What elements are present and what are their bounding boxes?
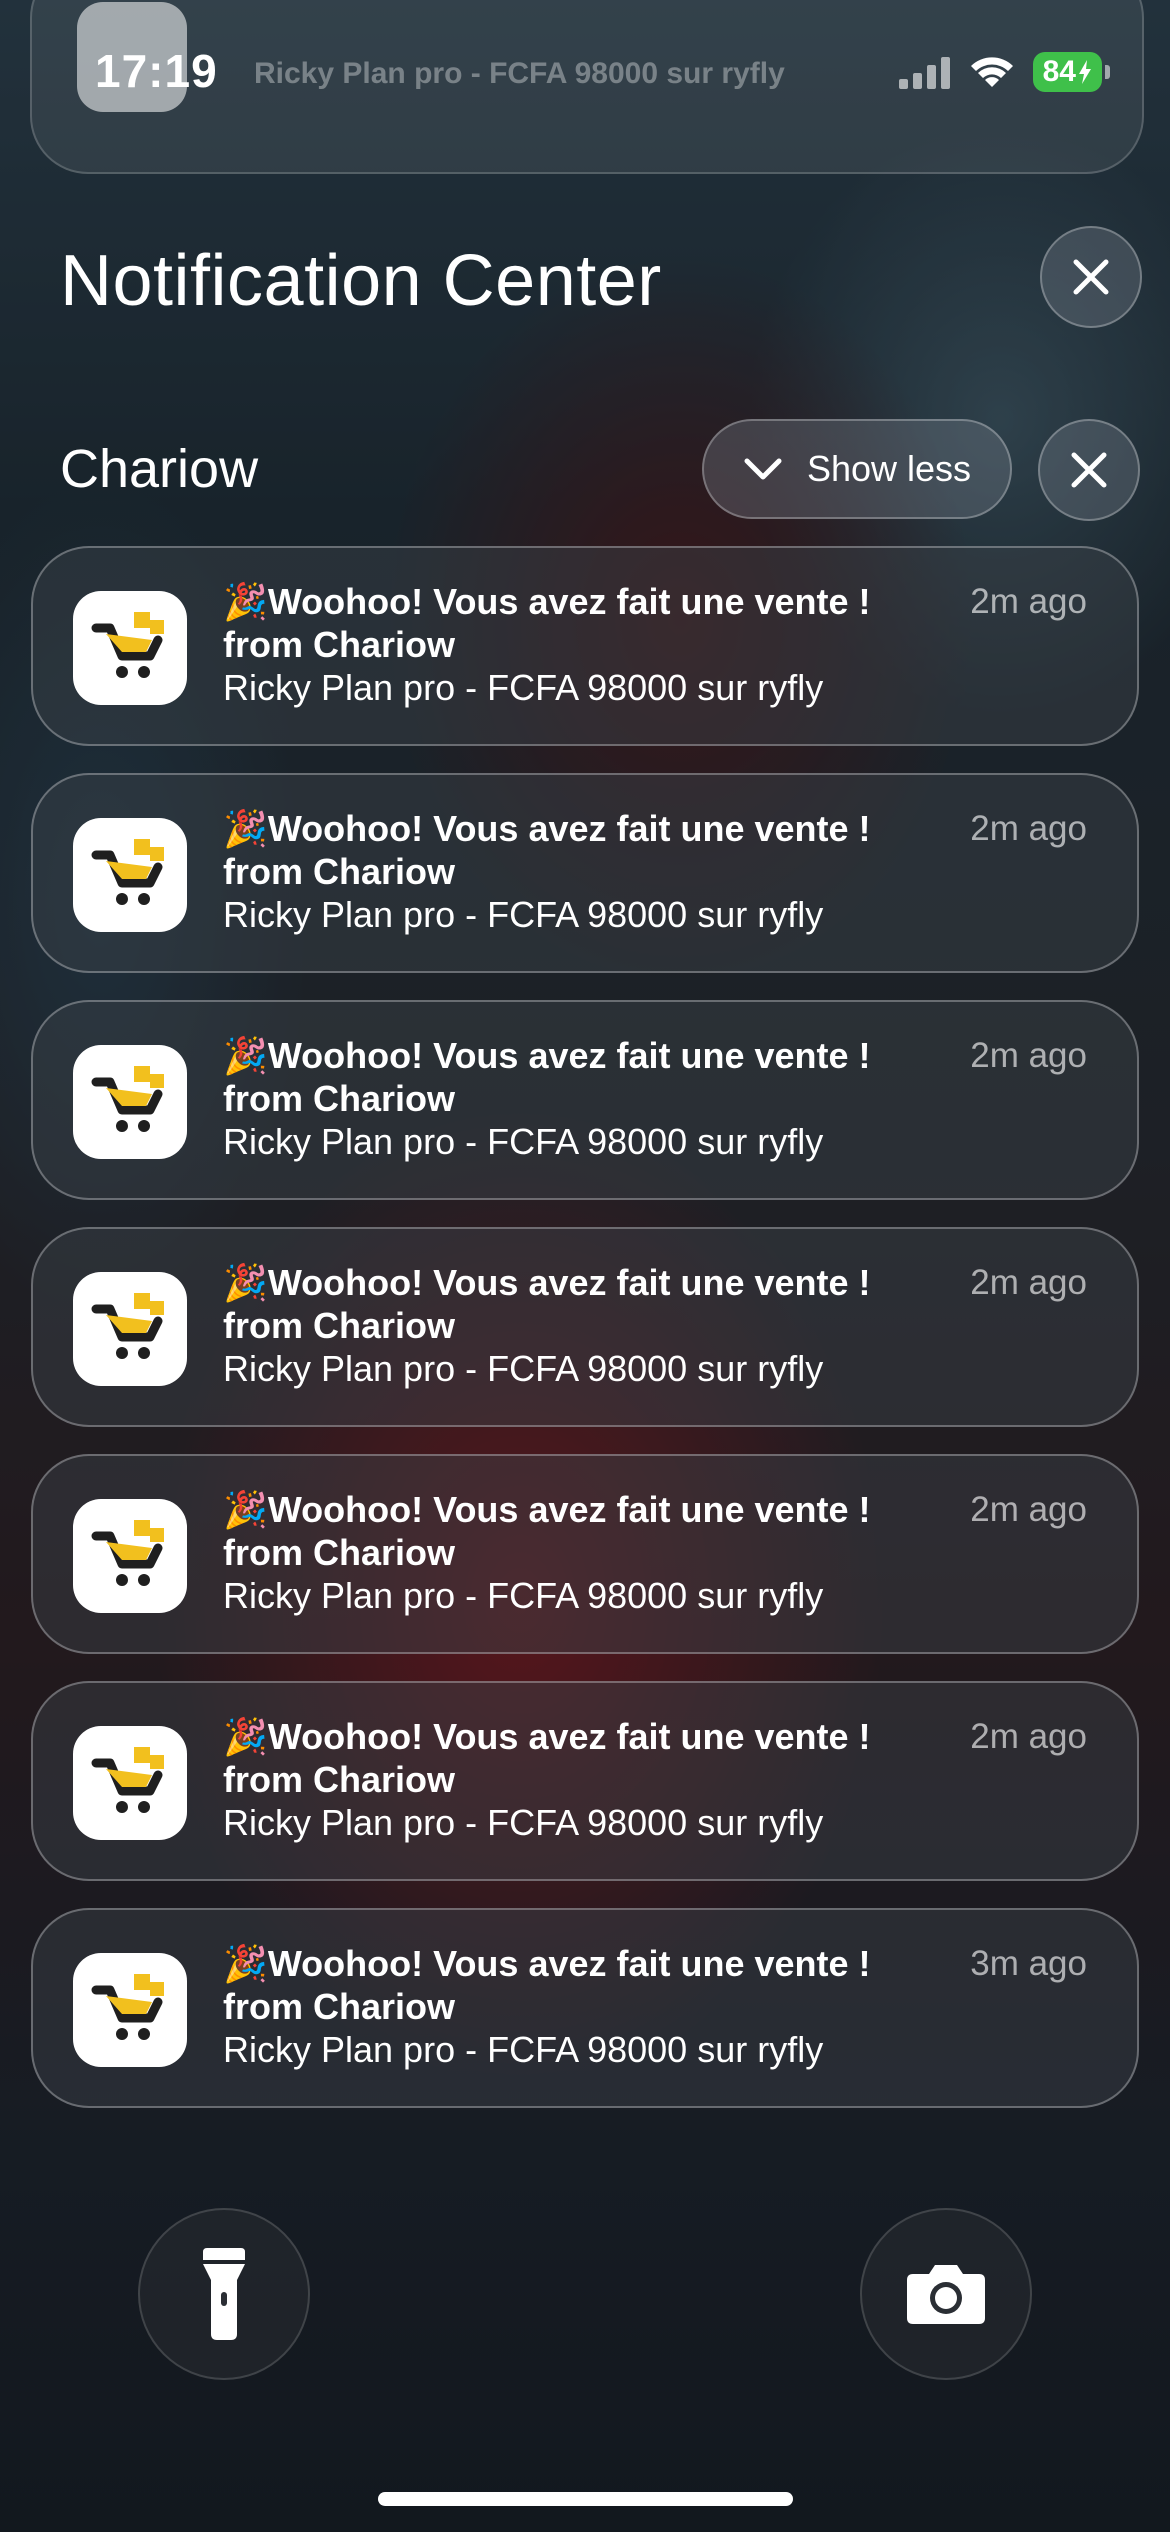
close-icon xyxy=(1071,452,1107,488)
party-popper-emoji: 🎉 xyxy=(223,581,268,622)
chariow-app-icon xyxy=(73,1499,187,1613)
ghost-notification-text: Ricky Plan pro - FCFA 98000 sur ryfly xyxy=(254,57,785,90)
charging-bolt-icon xyxy=(1079,60,1091,84)
show-less-button[interactable]: Show less xyxy=(702,419,1012,519)
notification-subtitle: from Chariow xyxy=(223,1078,456,1119)
chariow-app-icon xyxy=(73,1726,187,1840)
notification-card[interactable]: 🎉Woohoo! Vous avez fait une vente ! from… xyxy=(31,546,1139,746)
notification-subtitle: from Chariow xyxy=(223,851,456,892)
notification-body: Ricky Plan pro - FCFA 98000 sur ryfly xyxy=(223,1802,824,1843)
camera-icon xyxy=(907,2265,985,2324)
notification-card[interactable]: 🎉Woohoo! Vous avez fait une vente ! from… xyxy=(31,1000,1139,1200)
cellular-signal-icon xyxy=(898,57,950,89)
chariow-cart-icon xyxy=(91,839,164,905)
chariow-app-icon xyxy=(73,591,187,705)
notification-body: Ricky Plan pro - FCFA 98000 sur ryfly xyxy=(223,894,824,935)
notification-body: Ricky Plan pro - FCFA 98000 sur ryfly xyxy=(223,1348,824,1389)
party-popper-emoji: 🎉 xyxy=(223,1035,268,1076)
party-popper-emoji: 🎉 xyxy=(223,1943,268,1984)
clear-group-button[interactable] xyxy=(1038,419,1140,521)
chariow-app-icon xyxy=(73,1045,187,1159)
notification-title: 🎉Woohoo! Vous avez fait une vente ! xyxy=(223,1715,871,1758)
notification-body: Ricky Plan pro - FCFA 98000 sur ryfly xyxy=(223,2029,824,2070)
party-popper-emoji: 🎉 xyxy=(223,1489,268,1530)
notification-title-text: Woohoo! Vous avez fait une vente ! xyxy=(267,1716,871,1757)
notification-subtitle: from Chariow xyxy=(223,1986,456,2027)
notification-title: 🎉Woohoo! Vous avez fait une vente ! xyxy=(223,1261,871,1304)
chariow-cart-icon xyxy=(91,612,164,678)
notification-subtitle: from Chariow xyxy=(223,1305,456,1346)
notification-card[interactable]: 🎉Woohoo! Vous avez fait une vente ! from… xyxy=(31,1908,1139,2108)
notification-title: 🎉Woohoo! Vous avez fait une vente ! xyxy=(223,580,871,623)
notification-body: Ricky Plan pro - FCFA 98000 sur ryfly xyxy=(223,1121,824,1162)
notification-card[interactable]: 🎉Woohoo! Vous avez fait une vente ! from… xyxy=(31,1454,1139,1654)
flashlight-icon xyxy=(203,2248,245,2340)
notification-card[interactable]: 🎉Woohoo! Vous avez fait une vente ! from… xyxy=(31,1227,1139,1427)
close-icon xyxy=(1073,259,1109,295)
home-indicator[interactable] xyxy=(378,2492,793,2506)
notification-title-text: Woohoo! Vous avez fait une vente ! xyxy=(267,1943,871,1984)
notification-card[interactable]: 🎉Woohoo! Vous avez fait une vente ! from… xyxy=(31,773,1139,973)
notification-time: 2m ago xyxy=(970,1263,1087,1302)
chariow-cart-icon xyxy=(91,1520,164,1586)
notification-time: 2m ago xyxy=(970,1036,1087,1075)
chevron-down-icon xyxy=(744,458,782,480)
chariow-app-icon xyxy=(73,818,187,932)
status-icons: 84 xyxy=(898,52,1110,92)
chariow-cart-icon xyxy=(91,1293,164,1359)
notification-time: 2m ago xyxy=(970,1490,1087,1529)
chariow-app-icon xyxy=(73,1953,187,2067)
party-popper-emoji: 🎉 xyxy=(223,808,268,849)
notification-title-text: Woohoo! Vous avez fait une vente ! xyxy=(267,1262,871,1303)
flashlight-button[interactable] xyxy=(138,2208,310,2380)
chariow-cart-icon xyxy=(91,1974,164,2040)
notification-title-text: Woohoo! Vous avez fait une vente ! xyxy=(267,808,871,849)
notification-subtitle: from Chariow xyxy=(223,1759,456,1800)
notification-title-text: Woohoo! Vous avez fait une vente ! xyxy=(267,581,871,622)
chariow-app-icon xyxy=(73,1272,187,1386)
battery-indicator: 84 xyxy=(1032,52,1110,92)
notification-body: Ricky Plan pro - FCFA 98000 sur ryfly xyxy=(223,1575,824,1616)
status-time: 17:19 xyxy=(95,45,218,97)
notification-title: 🎉Woohoo! Vous avez fait une vente ! xyxy=(223,807,871,850)
notification-body: Ricky Plan pro - FCFA 98000 sur ryfly xyxy=(223,667,824,708)
group-app-name: Chariow xyxy=(60,439,259,499)
camera-button[interactable] xyxy=(860,2208,1032,2380)
notification-subtitle: from Chariow xyxy=(223,1532,456,1573)
page-title: Notification Center xyxy=(60,241,662,321)
chariow-cart-icon xyxy=(91,1747,164,1813)
lock-screen: Ricky Plan pro - FCFA 98000 sur ryfly 17… xyxy=(0,0,1170,2532)
notification-time: 2m ago xyxy=(970,1717,1087,1756)
notification-title: 🎉Woohoo! Vous avez fait une vente ! xyxy=(223,1942,871,1985)
clear-all-button[interactable] xyxy=(1040,226,1142,328)
notification-time: 3m ago xyxy=(970,1944,1087,1983)
party-popper-emoji: 🎉 xyxy=(223,1262,268,1303)
chariow-cart-icon xyxy=(91,1066,164,1132)
battery-level: 84 xyxy=(1042,55,1076,88)
show-less-label: Show less xyxy=(806,448,972,489)
notification-card[interactable]: 🎉Woohoo! Vous avez fait une vente ! from… xyxy=(31,1681,1139,1881)
party-popper-emoji: 🎉 xyxy=(223,1716,268,1757)
notification-subtitle: from Chariow xyxy=(223,624,456,665)
notification-time: 2m ago xyxy=(970,809,1087,848)
notification-title-text: Woohoo! Vous avez fait une vente ! xyxy=(267,1489,871,1530)
notification-title-text: Woohoo! Vous avez fait une vente ! xyxy=(267,1035,871,1076)
notification-title: 🎉Woohoo! Vous avez fait une vente ! xyxy=(223,1034,871,1077)
notification-time: 2m ago xyxy=(970,582,1087,621)
battery-tip xyxy=(1105,65,1110,79)
notification-title: 🎉Woohoo! Vous avez fait une vente ! xyxy=(223,1488,871,1531)
wifi-icon xyxy=(970,57,1013,87)
